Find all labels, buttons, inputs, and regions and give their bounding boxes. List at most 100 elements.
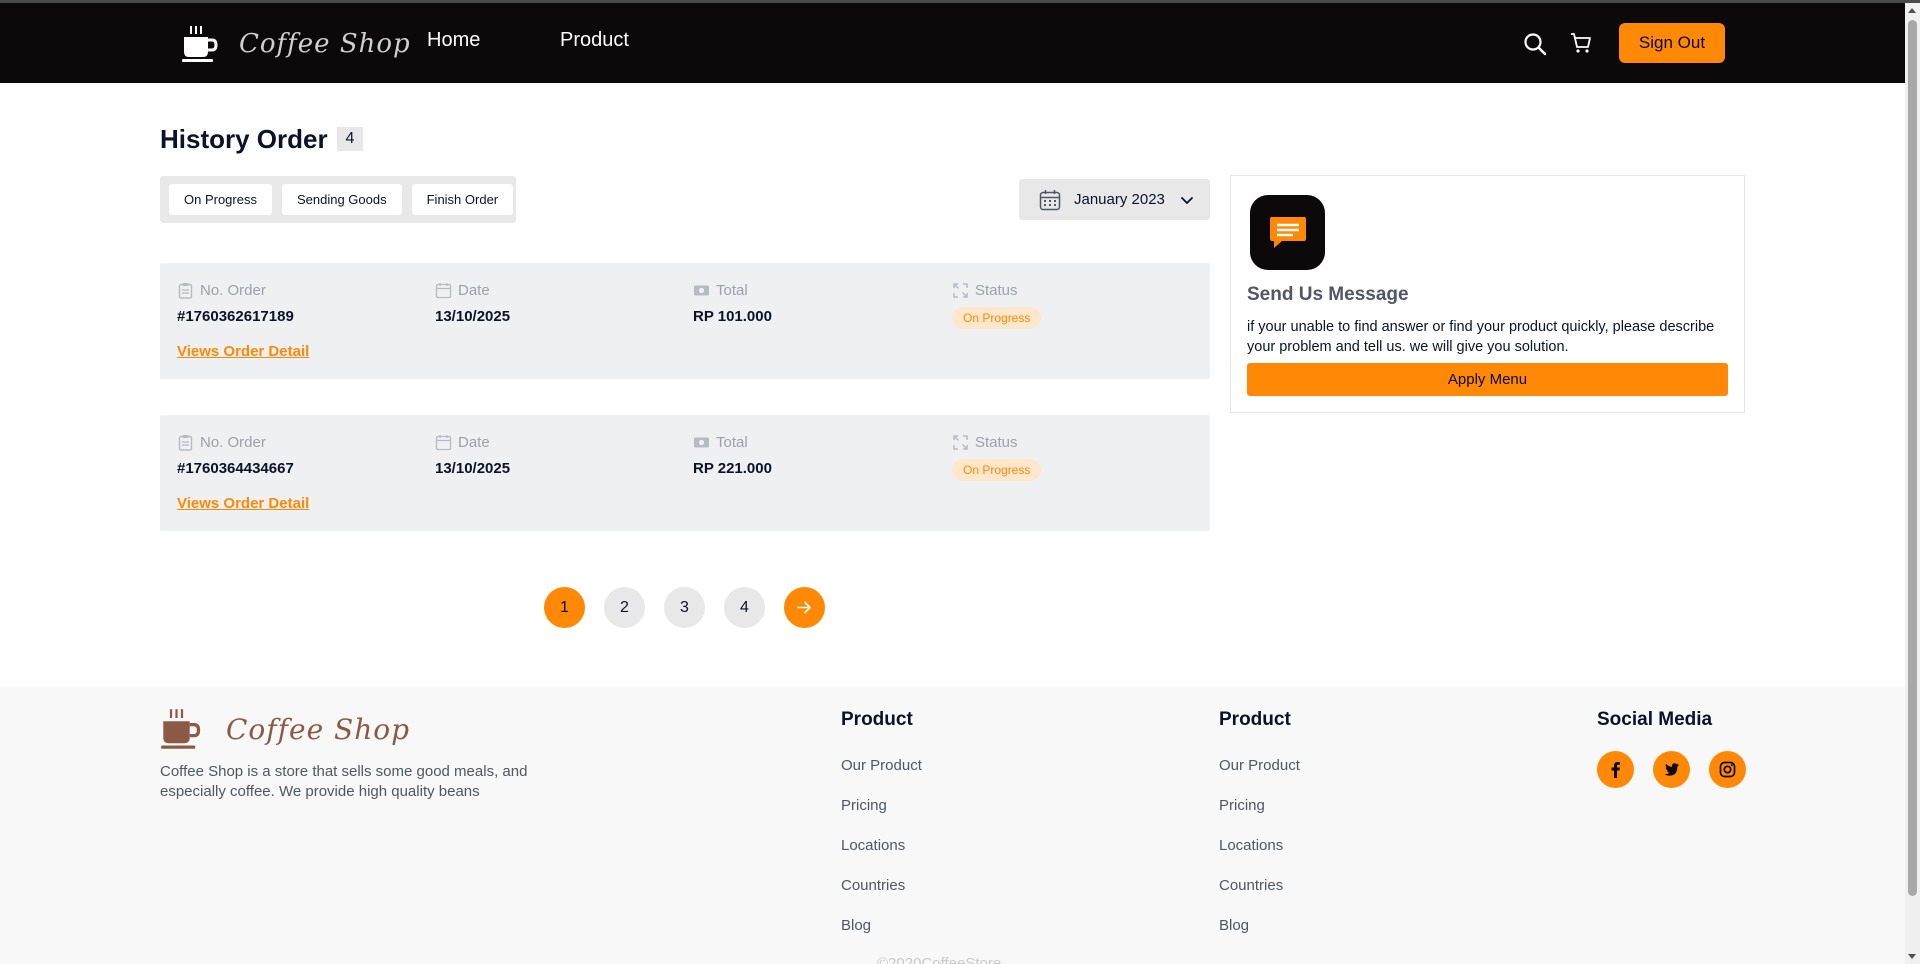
footer-link-pricing[interactable]: Pricing [1219,797,1300,815]
scrollbar-thumb[interactable] [1908,20,1917,896]
instagram-button[interactable] [1709,751,1746,788]
coffee-cup-icon [182,26,218,62]
footer-brand-name: Coffee Shop [226,712,411,746]
order-status-label: Status [975,433,1018,451]
footer-link-blog[interactable]: Blog [841,917,922,935]
order-status-col: Status On Progress [952,432,1042,481]
order-card: No. Order #1760364434667 Date 13/10/2025… [160,415,1210,531]
tab-on-progress[interactable]: On Progress [169,184,272,215]
brand-name: Coffee Shop [239,29,411,59]
order-card: No. Order #1760362617189 Date 13/10/2025… [160,263,1210,379]
apply-menu-button[interactable]: Apply Menu [1247,363,1728,396]
chevron-down-icon [1181,196,1193,204]
order-count-badge: 4 [337,127,363,151]
refresh-status-icon [953,434,968,450]
order-number-header: No. Order [177,432,294,452]
order-number-header: No. Order [177,280,294,300]
order-number-col: No. Order #1760364434667 [177,432,294,478]
footer-brand-logo[interactable]: Coffee Shop [160,707,410,751]
footer-product-column: Product Our Product Pricing Locations Co… [1219,709,1300,935]
order-date-value: 13/10/2025 [435,460,511,477]
order-date-label: Date [458,433,490,451]
footer-link-our-product[interactable]: Our Product [1219,757,1300,775]
order-total-col: Total RP 221.000 [693,432,772,478]
order-date-header: Date [435,280,510,300]
footer-social-column: Social Media [1597,709,1746,788]
view-order-detail-link[interactable]: Views Order Detail [177,495,309,512]
cart-icon[interactable] [1570,32,1592,54]
footer-description: Coffee Shop is a store that sells some g… [160,763,528,800]
scroll-down-arrow-icon[interactable] [1908,954,1916,959]
nav-product-link[interactable]: Product [560,29,629,52]
social-links [1597,751,1746,788]
order-status-col: Status On Progress [952,280,1042,329]
coffee-cup-icon [161,709,201,749]
page-2-button[interactable]: 2 [604,587,645,628]
footer-link-locations[interactable]: Locations [841,837,922,855]
order-number-value: #1760364434667 [177,460,294,477]
twitter-button[interactable] [1653,751,1690,788]
money-icon [694,285,709,295]
chat-message-icon [1250,195,1325,270]
order-total-header: Total [693,280,772,300]
navbar: Coffee Shop Home Product Sign Out [0,3,1905,83]
order-number-label: No. Order [200,433,266,451]
order-total-label: Total [716,281,748,299]
page-3-button[interactable]: 3 [664,587,705,628]
tab-finish-order[interactable]: Finish Order [411,184,514,215]
footer-link-countries[interactable]: Countries [1219,877,1300,895]
order-date-col: Date 13/10/2025 [435,280,511,326]
footer-link-locations[interactable]: Locations [1219,837,1300,855]
message-card-text: if your unable to find answer or find yo… [1247,319,1715,355]
footer-link-our-product[interactable]: Our Product [841,757,922,775]
footer-column-title: Product [841,709,913,730]
page-scrollbar[interactable] [1905,3,1920,964]
footer-product-column: Product Our Product Pricing Locations Co… [841,709,922,935]
clipboard-icon [178,282,193,299]
clipboard-icon [178,434,193,451]
facebook-button[interactable] [1597,751,1634,788]
calendar-icon [1039,189,1061,210]
order-total-value: RP 101.000 [693,308,772,325]
month-label: January 2023 [1074,191,1165,208]
brand-logo[interactable]: Coffee Shop [181,24,411,64]
copyright-text: ©2020CoffeeStore [877,955,1002,964]
money-icon [694,437,709,447]
footer-social-title: Social Media [1597,709,1713,730]
twitter-icon [1664,763,1679,776]
send-message-card: Send Us Message if your unable to find a… [1230,175,1745,413]
order-filter-tabs: On Progress Sending Goods Finish Order [160,176,516,223]
page-4-button[interactable]: 4 [724,587,765,628]
footer-link-countries[interactable]: Countries [841,877,922,895]
view-order-detail-link[interactable]: Views Order Detail [177,343,309,360]
sign-out-button[interactable]: Sign Out [1619,23,1725,63]
footer-column-title: Product [1219,709,1291,730]
calendar-icon [435,282,452,298]
next-page-button[interactable] [784,587,825,628]
order-total-value: RP 221.000 [693,460,772,477]
scroll-up-arrow-icon[interactable] [1908,8,1916,13]
refresh-status-icon [953,282,968,298]
status-badge: On Progress [952,459,1042,481]
instagram-icon [1719,761,1736,778]
page-1-button[interactable]: 1 [544,587,585,628]
footer-link-blog[interactable]: Blog [1219,917,1300,935]
search-icon[interactable] [1523,32,1547,56]
order-number-col: No. Order #1760362617189 [177,280,294,326]
order-total-header: Total [693,432,772,452]
order-number-label: No. Order [200,281,266,299]
order-total-label: Total [716,433,748,451]
order-status-header: Status [952,280,1041,300]
order-total-col: Total RP 101.000 [693,280,772,326]
month-select[interactable]: January 2023 [1019,179,1210,220]
calendar-icon [435,434,452,450]
facebook-icon [1611,762,1620,778]
page-title: History Order [160,124,328,154]
tab-sending-goods[interactable]: Sending Goods [281,184,402,215]
footer-link-pricing[interactable]: Pricing [841,797,922,815]
order-status-header: Status [952,432,1041,452]
nav-home-link[interactable]: Home [427,29,480,52]
order-date-value: 13/10/2025 [435,308,511,325]
footer: Coffee Shop Coffee Shop is a store that … [0,687,1905,964]
order-date-col: Date 13/10/2025 [435,432,511,478]
